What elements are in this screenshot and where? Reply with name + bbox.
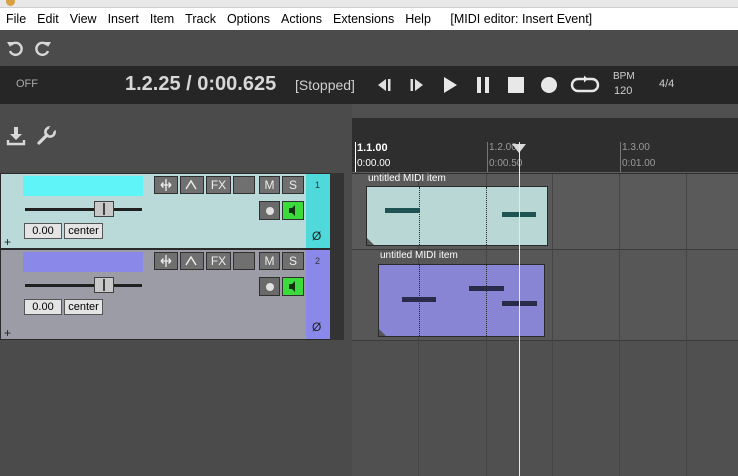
monitor-speaker-icon[interactable] — [282, 277, 304, 296]
solo-button[interactable]: S — [282, 252, 304, 270]
arrange-view[interactable]: 1.1.00 0:00.00 1.2.00 0:00.50 1.3.00 0:0… — [352, 104, 738, 476]
time-signature[interactable]: 4/4 — [659, 78, 674, 90]
rewind-icon[interactable] — [374, 75, 394, 95]
ruler-time-label: 0:00.00 — [357, 158, 391, 169]
midi-item-label: untitled MIDI item — [368, 173, 446, 184]
ruler-time-label: 0:01.00 — [622, 158, 656, 169]
grid-line — [552, 174, 553, 476]
envelope-icon[interactable] — [180, 176, 204, 194]
pan-value[interactable]: center — [64, 299, 103, 315]
input-routing-icon[interactable] — [154, 176, 178, 194]
add-envelope-icon[interactable]: + — [4, 235, 11, 249]
menu-bar: File Edit View Insert Item Track Options… — [0, 8, 738, 30]
menu-context-label: [MIDI editor: Insert Event] — [450, 12, 593, 26]
phase-invert-icon[interactable]: Ø — [312, 229, 321, 243]
phase-invert-icon[interactable]: Ø — [312, 320, 321, 334]
menu-help[interactable]: Help — [400, 12, 437, 26]
mute-button[interactable]: M — [259, 252, 280, 270]
input-routing-icon[interactable] — [154, 252, 178, 270]
grid-dot-line — [486, 187, 487, 245]
track-2[interactable]: FX M S 0.00 center + 2 Ø — [0, 249, 330, 340]
download-icon[interactable] — [5, 125, 27, 147]
track-number: 2 — [315, 256, 321, 266]
midi-note[interactable] — [402, 297, 436, 302]
volume-fader-knob[interactable] — [94, 277, 114, 293]
undo-icon[interactable] — [5, 38, 25, 58]
menu-item[interactable]: Item — [144, 12, 179, 26]
menu-track[interactable]: Track — [180, 12, 222, 26]
grid-line — [686, 174, 687, 476]
volume-value[interactable]: 0.00 — [24, 299, 62, 315]
mute-button[interactable]: M — [259, 176, 280, 194]
main-toolbar — [0, 30, 738, 66]
menu-insert[interactable]: Insert — [102, 12, 144, 26]
bpm-value[interactable]: 120 — [614, 85, 632, 97]
loop-icon[interactable] — [570, 75, 600, 95]
ruler-bar-label: 1.3.00 — [622, 142, 650, 153]
fx-button[interactable]: FX — [206, 176, 231, 194]
record-arm-button[interactable] — [259, 277, 280, 296]
fx-bypass-button[interactable] — [233, 252, 255, 270]
menu-file[interactable]: File — [0, 12, 32, 26]
midi-item-1[interactable] — [366, 186, 548, 246]
ruler-tick — [355, 142, 356, 172]
volume-value[interactable]: 0.00 — [24, 223, 62, 239]
ruler-tick — [487, 142, 488, 172]
grid-dot-line — [419, 187, 420, 245]
bpm-label: BPM — [613, 71, 635, 82]
timeline-ruler[interactable]: 1.1.00 0:00.00 1.2.00 0:00.50 1.3.00 0:0… — [352, 118, 738, 174]
track-number: 1 — [315, 180, 321, 190]
envelope-icon[interactable] — [180, 252, 204, 270]
sync-status[interactable]: OFF — [16, 78, 38, 90]
track-color-strip: 2 Ø — [306, 250, 330, 339]
midi-note[interactable] — [385, 208, 420, 213]
edit-cursor-line — [519, 142, 520, 476]
record-icon[interactable] — [539, 75, 559, 95]
fx-button[interactable]: FX — [206, 252, 231, 270]
play-state: [Stopped] — [295, 77, 355, 93]
track-name-field[interactable] — [23, 176, 143, 196]
volume-fader-track[interactable] — [25, 208, 142, 211]
midi-item-label: untitled MIDI item — [380, 250, 458, 261]
grid-line — [619, 174, 620, 476]
lane-separator — [352, 340, 738, 341]
volume-fader-track[interactable] — [25, 284, 142, 287]
wrench-icon[interactable] — [35, 125, 57, 147]
stop-icon[interactable] — [506, 75, 526, 95]
forward-icon[interactable] — [407, 75, 427, 95]
position-display[interactable]: 1.2.25 / 0:00.625 — [125, 73, 276, 96]
item-corner-handle[interactable] — [367, 238, 374, 245]
add-envelope-icon[interactable]: + — [4, 326, 11, 340]
menu-view[interactable]: View — [64, 12, 102, 26]
transport-bar: OFF 1.2.25 / 0:00.625 [Stopped] BPM 120 … — [0, 66, 738, 104]
track-name-field[interactable] — [23, 252, 143, 272]
menu-options[interactable]: Options — [221, 12, 275, 26]
tcp-scroll-gutter — [330, 173, 344, 340]
solo-button[interactable]: S — [282, 176, 304, 194]
item-corner-handle[interactable] — [379, 329, 386, 336]
track-control-panel: FX M S 0.00 center + 1 Ø FX M S 0.00 cen… — [0, 104, 352, 476]
menu-edit[interactable]: Edit — [32, 12, 65, 26]
menu-extensions[interactable]: Extensions — [328, 12, 400, 26]
midi-note[interactable] — [469, 286, 504, 291]
menu-actions[interactable]: Actions — [276, 12, 328, 26]
redo-icon[interactable] — [33, 38, 53, 58]
pause-icon[interactable] — [473, 75, 493, 95]
volume-fader-knob[interactable] — [94, 201, 114, 217]
monitor-speaker-icon[interactable] — [282, 201, 304, 220]
record-arm-button[interactable] — [259, 201, 280, 220]
grid-dot-line — [486, 265, 487, 336]
track-1[interactable]: FX M S 0.00 center + 1 Ø — [0, 173, 330, 249]
ruler-bar-label: 1.1.00 — [357, 142, 388, 154]
title-bar — [0, 0, 738, 8]
pan-value[interactable]: center — [64, 223, 103, 239]
play-icon[interactable] — [440, 75, 460, 95]
fx-bypass-button[interactable] — [233, 176, 255, 194]
ruler-time-label: 0:00.50 — [489, 158, 523, 169]
track-color-strip: 1 Ø — [306, 174, 330, 248]
ruler-tick — [620, 142, 621, 172]
app-icon — [6, 0, 15, 6]
